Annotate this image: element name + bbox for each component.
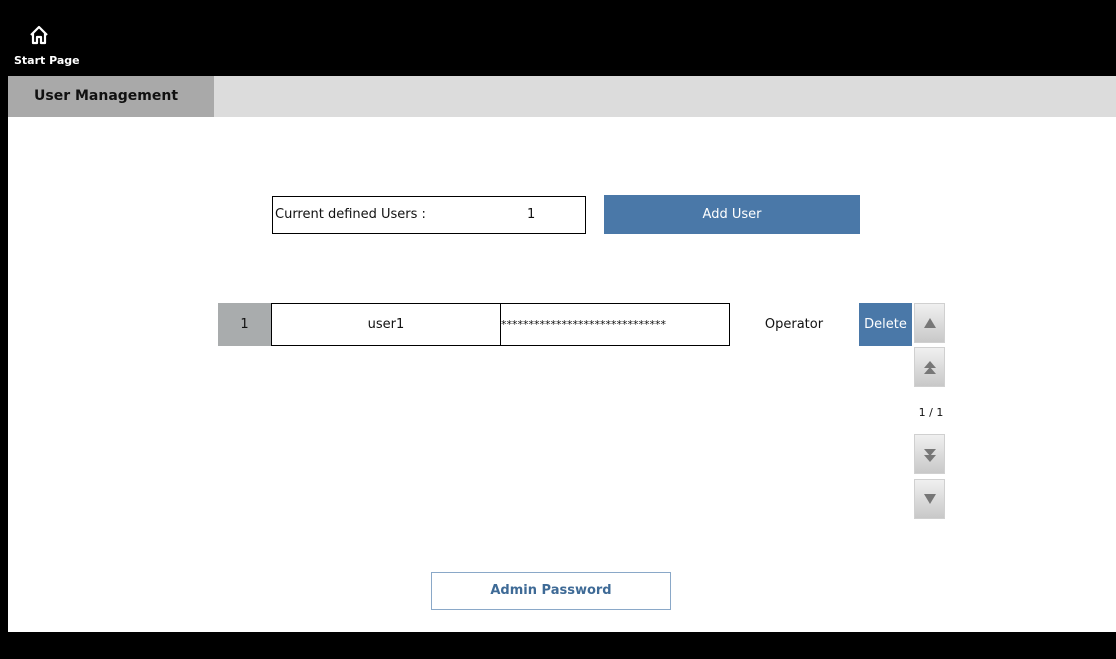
- arrow-double-down-icon: [924, 449, 936, 462]
- user-count-value: 1: [527, 207, 536, 222]
- start-page-button[interactable]: Start Page: [14, 22, 84, 74]
- user-count-label: Current defined Users :: [275, 207, 426, 222]
- user-role[interactable]: Operator: [744, 303, 844, 346]
- add-user-button[interactable]: Add User: [604, 195, 860, 234]
- start-page-label: Start Page: [14, 54, 80, 67]
- user-password-field[interactable]: ******************************: [500, 303, 730, 346]
- tab-strip: User Management: [8, 76, 1116, 117]
- scroll-bottom-button[interactable]: [914, 434, 945, 474]
- page-indicator: 1 / 1: [918, 406, 944, 419]
- scroll-top-button[interactable]: [914, 347, 945, 387]
- scroll-up-button[interactable]: [914, 303, 945, 343]
- scroll-down-button[interactable]: [914, 479, 945, 519]
- top-bar: Start Page: [8, 8, 1116, 76]
- arrow-double-up-icon: [924, 361, 936, 374]
- admin-password-button[interactable]: Admin Password: [431, 572, 671, 610]
- bottom-bar: [8, 632, 1116, 659]
- delete-user-button[interactable]: Delete: [859, 303, 912, 346]
- main-content: Current defined Users : 1 Add User 1 use…: [8, 117, 1116, 632]
- user-row-index: 1: [218, 303, 271, 346]
- home-icon: [30, 25, 48, 45]
- arrow-up-icon: [924, 318, 936, 328]
- arrow-down-icon: [924, 494, 936, 504]
- tab-user-management[interactable]: User Management: [8, 76, 214, 117]
- user-name-field[interactable]: user1: [271, 303, 501, 346]
- app-frame: Start Page User Management Current defin…: [8, 8, 1116, 659]
- user-count-box: Current defined Users : 1: [272, 196, 586, 234]
